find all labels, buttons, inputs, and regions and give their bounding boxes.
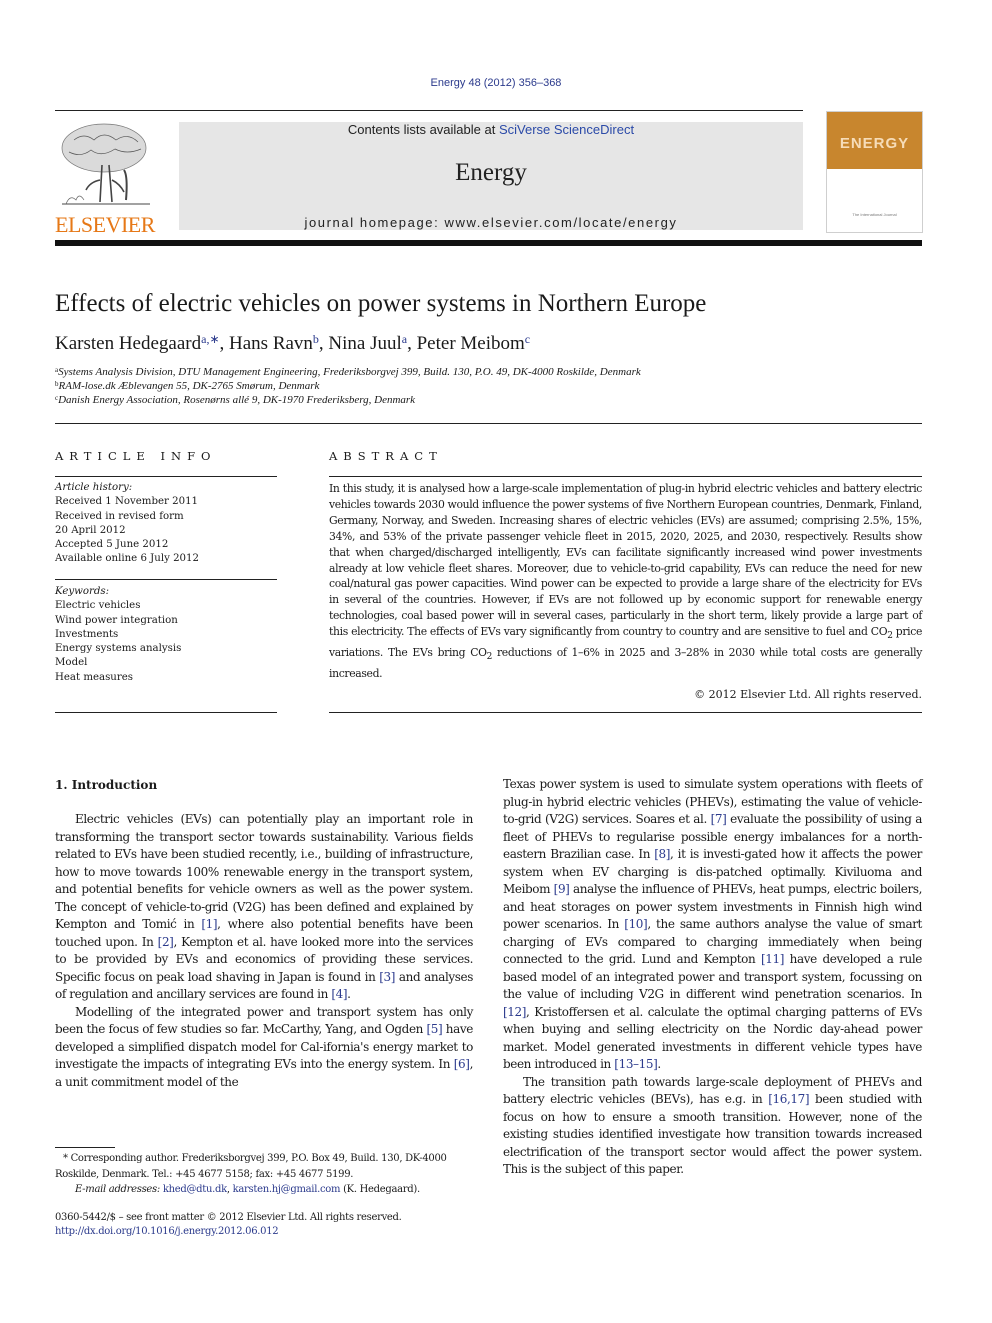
footnote: * Corresponding author. Frederiksborgvej… bbox=[55, 1151, 473, 1198]
doi-link[interactable]: http://dx.doi.org/10.1016/j.energy.2012.… bbox=[55, 1226, 279, 1237]
abstract-heading: ABSTRACT bbox=[329, 449, 443, 463]
header-divider bbox=[55, 423, 922, 424]
citation-link[interactable]: [5] bbox=[427, 1022, 443, 1036]
author-affiliation-mark[interactable]: c bbox=[525, 332, 530, 346]
divider bbox=[55, 579, 277, 580]
contents-line: Contents lists available at SciVerse Sci… bbox=[179, 122, 803, 137]
citation-link[interactable]: [6] bbox=[454, 1057, 470, 1071]
email-suffix: (K. Hedegaard). bbox=[340, 1184, 420, 1195]
abstract-copyright: © 2012 Elsevier Ltd. All rights reserved… bbox=[694, 688, 922, 701]
affiliation: bRAM-lose.dk Æblevangen 55, DK-2765 Smør… bbox=[55, 380, 319, 392]
article-history: Article history: Received 1 November 201… bbox=[55, 481, 277, 567]
footnote-divider bbox=[55, 1147, 115, 1148]
affiliation-text: RAM-lose.dk Æblevangen 55, DK-2765 Smøru… bbox=[58, 380, 320, 392]
history-item: Available online 6 July 2012 bbox=[55, 553, 199, 565]
citation-link[interactable]: [12] bbox=[503, 1005, 526, 1019]
keywords: Keywords: Electric vehicles Wind power i… bbox=[55, 585, 277, 685]
email-line: E-mail addresses: khed@dtu.dk, karsten.h… bbox=[75, 1184, 420, 1195]
citation-link[interactable]: [9] bbox=[554, 882, 570, 896]
abstract-body: In this study, it is analysed how a larg… bbox=[329, 481, 922, 682]
journal-citation-link[interactable]: Energy 48 (2012) 356–368 bbox=[0, 77, 992, 89]
elsevier-tree-icon bbox=[61, 123, 150, 205]
author-separator: , bbox=[407, 333, 417, 354]
affiliation-text: Systems Analysis Division, DTU Managemen… bbox=[58, 366, 641, 378]
email-label: E-mail addresses: bbox=[75, 1184, 160, 1195]
citation-link[interactable]: [1] bbox=[201, 917, 217, 931]
citation-link[interactable]: [8] bbox=[654, 847, 670, 861]
paragraph: Modelling of the integrated power and tr… bbox=[55, 1004, 473, 1089]
divider bbox=[329, 712, 922, 713]
author-name[interactable]: Karsten Hedegaard bbox=[55, 333, 201, 354]
history-label: Article history: bbox=[55, 482, 133, 493]
affiliation: aSystems Analysis Division, DTU Manageme… bbox=[55, 366, 641, 378]
author-separator: , bbox=[318, 333, 329, 354]
keywords-label: Keywords: bbox=[55, 586, 110, 597]
divider bbox=[329, 476, 922, 477]
email-link[interactable]: khed@dtu.dk bbox=[163, 1184, 227, 1195]
contents-prefix: Contents lists available at bbox=[347, 122, 499, 137]
history-item: Received 1 November 2011 bbox=[55, 496, 199, 508]
divider bbox=[55, 476, 277, 477]
paragraph: The transition path towards large-scale … bbox=[503, 1074, 922, 1177]
keyword: Wind power integration bbox=[55, 614, 178, 626]
citation-link[interactable]: [3] bbox=[379, 970, 395, 984]
journal-masthead: Contents lists available at SciVerse Sci… bbox=[179, 122, 803, 230]
citation-link[interactable]: [16,17] bbox=[768, 1092, 809, 1106]
masthead-thick-divider bbox=[55, 240, 922, 246]
keyword: Energy systems analysis bbox=[55, 643, 182, 655]
body-column-left: Electric vehicles (EVs) can potentially … bbox=[55, 811, 473, 1091]
keyword: Model bbox=[55, 657, 88, 669]
corresponding-author-note: * Corresponding author. Frederiksborgvej… bbox=[55, 1153, 447, 1180]
citation-link[interactable]: [2] bbox=[158, 935, 174, 949]
keyword: Heat measures bbox=[55, 671, 133, 683]
article-info-heading: ARTICLE INFO bbox=[55, 449, 217, 463]
author-name[interactable]: Nina Juul bbox=[328, 333, 401, 354]
citation-link[interactable]: [4] bbox=[331, 987, 347, 1001]
citation-link[interactable]: [10] bbox=[624, 917, 647, 931]
elsevier-wordmark: ELSEVIER bbox=[55, 212, 155, 237]
journal-homepage-link[interactable]: journal homepage: www.elsevier.com/locat… bbox=[179, 215, 803, 230]
citation-link[interactable]: [7] bbox=[711, 812, 727, 826]
cover-subtitle: The International Journal bbox=[852, 212, 897, 217]
paragraph-continued: Texas power system is used to simulate s… bbox=[503, 777, 922, 1071]
history-item: Received in revised form bbox=[55, 510, 184, 522]
section-heading-introduction: 1. Introduction bbox=[55, 778, 158, 792]
history-item: Accepted 5 June 2012 bbox=[55, 539, 169, 551]
divider bbox=[55, 712, 277, 713]
issn-line: 0360-5442/$ – see front matter © 2012 El… bbox=[55, 1212, 402, 1223]
author-name[interactable]: Peter Meibom bbox=[417, 333, 525, 354]
citation-link[interactable]: [11] bbox=[761, 952, 784, 966]
paragraph: Electric vehicles (EVs) can potentially … bbox=[55, 812, 473, 1001]
journal-title: Energy bbox=[455, 159, 527, 186]
affiliation-text: Danish Energy Association, Rosenørns all… bbox=[58, 394, 416, 406]
body-column-right: Texas power system is used to simulate s… bbox=[503, 776, 922, 1179]
top-divider bbox=[55, 110, 803, 111]
citation-link[interactable]: [13–15] bbox=[614, 1057, 658, 1071]
cover-title: ENERGY bbox=[839, 135, 910, 152]
history-item: 20 April 2012 bbox=[55, 524, 126, 536]
abstract-text: In this study, it is analysed how a larg… bbox=[329, 482, 922, 639]
author-affiliation-mark[interactable]: a,∗ bbox=[201, 332, 219, 346]
sciencedirect-link[interactable]: SciVerse ScienceDirect bbox=[499, 122, 634, 137]
keyword: Electric vehicles bbox=[55, 600, 141, 612]
author-name[interactable]: Hans Ravn bbox=[229, 333, 313, 354]
author-list: Karsten Hedegaarda,∗, Hans Ravnb, Nina J… bbox=[55, 333, 530, 355]
author-separator: , bbox=[219, 333, 230, 354]
article-title: Effects of electric vehicles on power sy… bbox=[55, 290, 707, 317]
journal-cover-thumbnail[interactable]: ENERGY The International Journal bbox=[826, 111, 923, 233]
keyword: Investments bbox=[55, 628, 119, 640]
elsevier-logo: ELSEVIER bbox=[54, 120, 156, 237]
affiliation: cDanish Energy Association, Rosenørns al… bbox=[55, 394, 415, 406]
email-link[interactable]: karsten.hj@gmail.com bbox=[233, 1184, 341, 1195]
